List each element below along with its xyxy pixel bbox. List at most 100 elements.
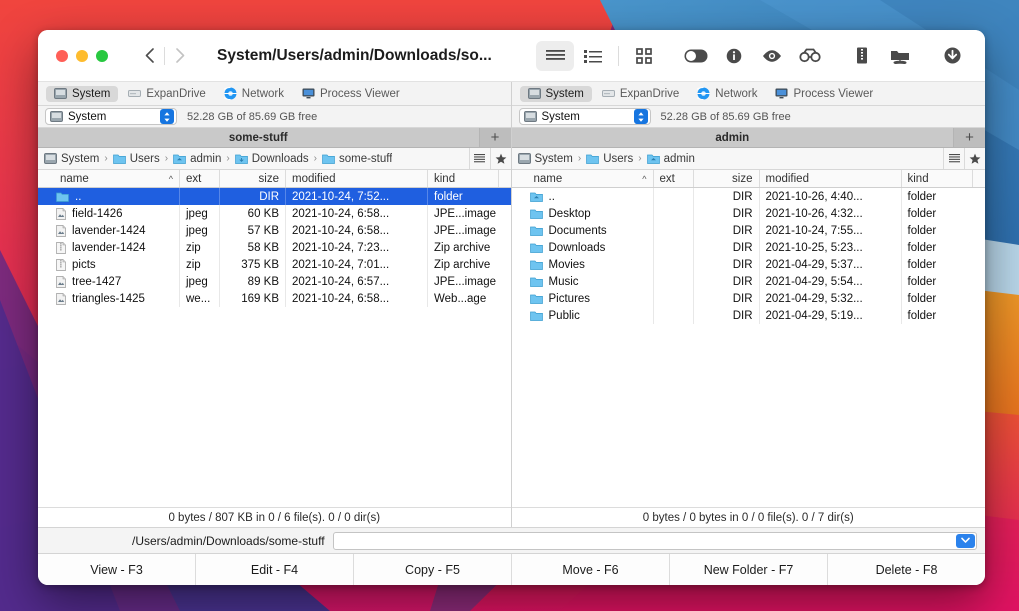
cell-size: DIR bbox=[694, 205, 760, 222]
source-tab-process-viewer[interactable]: Process Viewer bbox=[294, 86, 408, 102]
table-row[interactable]: field-1426jpeg60 KB2021-10-24, 6:58...JP… bbox=[38, 205, 511, 222]
favorite-star-icon[interactable] bbox=[490, 148, 511, 169]
source-tab-expandrive[interactable]: ExpanDrive bbox=[120, 86, 213, 102]
zipper-icon[interactable] bbox=[843, 41, 881, 71]
left-drive-row: System 52.28 GB of 85.69 GB free bbox=[38, 106, 511, 128]
cell-ext: we... bbox=[180, 290, 220, 307]
column-header-kind[interactable]: kind bbox=[428, 170, 499, 187]
table-row[interactable]: PublicDIR2021-04-29, 5:19...folder bbox=[512, 307, 986, 324]
table-row[interactable]: ..DIR2021-10-26, 4:40...folder bbox=[512, 188, 986, 205]
table-row[interactable]: pictszip375 KB2021-10-24, 7:01...Zip arc… bbox=[38, 256, 511, 273]
detail-view-button[interactable] bbox=[574, 41, 612, 71]
breadcrumb-item-downloads[interactable]: Downloads bbox=[235, 153, 309, 165]
path-list-icon[interactable] bbox=[943, 148, 964, 169]
table-row[interactable]: MoviesDIR2021-04-29, 5:37...folder bbox=[512, 256, 986, 273]
column-header-kind[interactable]: kind bbox=[902, 170, 974, 187]
breadcrumb-label: Downloads bbox=[252, 153, 309, 165]
network-globe-icon bbox=[224, 87, 237, 100]
stepper-icon[interactable] bbox=[634, 109, 648, 124]
breadcrumb-item-system[interactable]: System bbox=[518, 153, 573, 165]
add-tab-button[interactable]: + bbox=[954, 128, 985, 147]
cell-size: DIR bbox=[694, 222, 760, 239]
back-icon[interactable] bbox=[134, 43, 164, 69]
source-tab-system[interactable]: System bbox=[46, 86, 118, 102]
add-tab-button[interactable]: + bbox=[480, 128, 511, 147]
function-key-move-button[interactable]: Move - F6 bbox=[512, 554, 670, 585]
column-header-name[interactable]: name ^ bbox=[512, 170, 654, 187]
cell-modified: 2021-10-24, 6:58... bbox=[286, 290, 428, 307]
table-row[interactable]: MusicDIR2021-04-29, 5:54...folder bbox=[512, 273, 986, 290]
list-view-button[interactable] bbox=[536, 41, 574, 71]
column-header-modified[interactable]: modified bbox=[760, 170, 902, 187]
table-row[interactable]: DownloadsDIR2021-10-25, 5:23...folder bbox=[512, 239, 986, 256]
source-tab-label: Process Viewer bbox=[793, 88, 873, 100]
table-row[interactable]: lavender-1424zip58 KB2021-10-24, 7:23...… bbox=[38, 239, 511, 256]
source-tab-label: Network bbox=[715, 88, 757, 100]
source-tab-network[interactable]: Network bbox=[216, 85, 292, 102]
function-key-view-button[interactable]: View - F3 bbox=[38, 554, 196, 585]
close-window-button[interactable] bbox=[56, 50, 68, 62]
table-row[interactable]: triangles-1425we...169 KB2021-10-24, 6:5… bbox=[38, 290, 511, 307]
drive-selector[interactable]: System bbox=[45, 108, 177, 125]
source-tab-network[interactable]: Network bbox=[689, 85, 765, 102]
toolbar bbox=[536, 41, 985, 71]
breadcrumb-item-admin[interactable]: admin bbox=[173, 153, 221, 165]
column-header-size[interactable]: size bbox=[220, 170, 286, 187]
column-header-ext[interactable]: ext bbox=[180, 170, 220, 187]
maximize-window-button[interactable] bbox=[96, 50, 108, 62]
column-header-name[interactable]: name ^ bbox=[38, 170, 180, 187]
binoculars-icon[interactable] bbox=[791, 41, 829, 71]
eye-icon[interactable] bbox=[753, 41, 791, 71]
cell-size: 89 KB bbox=[220, 273, 286, 290]
breadcrumb-item-users[interactable]: Users bbox=[586, 153, 633, 165]
cell-size: 60 KB bbox=[220, 205, 286, 222]
cell-ext bbox=[654, 222, 694, 239]
breadcrumb-item-admin[interactable]: admin bbox=[647, 153, 695, 165]
minimize-window-button[interactable] bbox=[76, 50, 88, 62]
chevron-down-icon[interactable] bbox=[956, 534, 975, 548]
source-tab-system[interactable]: System bbox=[520, 86, 592, 102]
table-row[interactable]: lavender-1424jpeg57 KB2021-10-24, 6:58..… bbox=[38, 222, 511, 239]
info-icon[interactable] bbox=[715, 41, 753, 71]
table-row[interactable]: ..DIR2021-10-24, 7:52...folder bbox=[38, 188, 511, 205]
source-tab-process-viewer[interactable]: Process Viewer bbox=[767, 86, 881, 102]
file-name: lavender-1424 bbox=[72, 242, 146, 254]
stepper-icon[interactable] bbox=[160, 109, 174, 124]
column-header-modified[interactable]: modified bbox=[286, 170, 428, 187]
breadcrumb-item-some-stuff[interactable]: some-stuff bbox=[322, 153, 392, 165]
right-column-headers: name ^ ext size modified kind bbox=[512, 170, 986, 188]
home-folder-icon bbox=[530, 191, 543, 202]
table-row[interactable]: PicturesDIR2021-04-29, 5:32...folder bbox=[512, 290, 986, 307]
image-file-icon bbox=[56, 208, 66, 220]
right-file-list[interactable]: ..DIR2021-10-26, 4:40...folderDesktopDIR… bbox=[512, 188, 986, 507]
column-header-ext[interactable]: ext bbox=[654, 170, 694, 187]
source-tab-expandrive[interactable]: ExpanDrive bbox=[594, 86, 687, 102]
toggle-switch-icon[interactable] bbox=[677, 41, 715, 71]
source-tab-label: ExpanDrive bbox=[620, 88, 679, 100]
path-list-icon[interactable] bbox=[469, 148, 490, 169]
drive-selector[interactable]: System bbox=[519, 108, 651, 125]
home-folder-icon bbox=[647, 153, 660, 164]
grid-view-button[interactable] bbox=[625, 41, 663, 71]
cell-size: DIR bbox=[694, 256, 760, 273]
function-key-new-button[interactable]: New Folder - F7 bbox=[670, 554, 828, 585]
folder-icon bbox=[530, 242, 543, 253]
breadcrumb-item-system[interactable]: System bbox=[44, 153, 99, 165]
table-row[interactable]: DocumentsDIR2021-10-24, 7:55...folder bbox=[512, 222, 986, 239]
table-row[interactable]: DesktopDIR2021-10-26, 4:32...folder bbox=[512, 205, 986, 222]
function-key-copy-button[interactable]: Copy - F5 bbox=[354, 554, 512, 585]
folder-tab[interactable]: some-stuff bbox=[38, 128, 480, 147]
left-file-list[interactable]: ..DIR2021-10-24, 7:52...folderfield-1426… bbox=[38, 188, 511, 507]
breadcrumb-label: Users bbox=[130, 153, 160, 165]
function-key-edit-button[interactable]: Edit - F4 bbox=[196, 554, 354, 585]
column-header-size[interactable]: size bbox=[694, 170, 760, 187]
breadcrumb-item-users[interactable]: Users bbox=[113, 153, 160, 165]
download-icon[interactable] bbox=[933, 41, 971, 71]
table-row[interactable]: tree-1427jpeg89 KB2021-10-24, 6:57...JPE… bbox=[38, 273, 511, 290]
favorite-star-icon[interactable] bbox=[964, 148, 985, 169]
function-key-delete-button[interactable]: Delete - F8 bbox=[828, 554, 985, 585]
forward-icon[interactable] bbox=[165, 43, 195, 69]
network-folder-icon[interactable] bbox=[881, 41, 919, 71]
command-input[interactable] bbox=[333, 532, 977, 550]
folder-tab[interactable]: admin bbox=[512, 128, 955, 147]
